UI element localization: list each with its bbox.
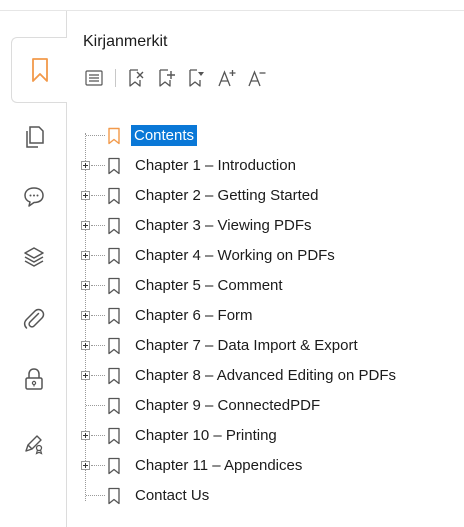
tree-connector [91,465,105,466]
decrease-font-button[interactable] [244,65,270,91]
tree-connector [91,285,105,286]
bookmark-icon [108,157,120,175]
comment-icon [24,187,44,207]
sidebar-layers-button[interactable] [12,235,56,279]
toolbar-separator [115,69,116,87]
bookmark-item-chapter-11[interactable]: Chapter 11 – Appendices [67,451,464,481]
bookmark-icon [31,58,48,82]
sidebar-comments-button[interactable] [12,175,56,219]
navigation-sidebar [0,11,67,527]
bookmark-item-chapter-4[interactable]: Chapter 4 – Working on PDFs [67,241,464,271]
sidebar-attachments-button[interactable] [12,297,56,341]
bookmark-icon [108,427,120,445]
bookmark-item-chapter-5[interactable]: Chapter 5 – Comment [67,271,464,301]
bookmark-label: Chapter 7 – Data Import & Export [135,337,358,354]
add-bookmark-button[interactable] [154,65,180,91]
tree-connector [86,405,105,406]
top-bar [0,0,464,11]
bookmark-icon [108,247,120,265]
delete-bookmark-button[interactable] [124,65,150,91]
tree-connector [91,165,105,166]
bookmark-icon [108,337,120,355]
decrease-font-icon [248,70,266,87]
bookmark-item-chapter-7[interactable]: Chapter 7 – Data Import & Export [67,331,464,361]
signature-icon [25,435,43,455]
expand-all-button[interactable] [81,65,107,91]
bookmark-item-chapter-2[interactable]: Chapter 2 – Getting Started [67,181,464,211]
attachment-icon [23,308,45,329]
expand-list-icon [85,70,103,86]
bookmark-item-contents[interactable]: Contents [67,121,464,151]
bookmark-label: Chapter 3 – Viewing PDFs [135,217,312,234]
add-child-bookmark-button[interactable] [184,65,210,91]
bookmark-icon [108,127,120,145]
bookmark-label: Contact Us [135,487,210,504]
tree-connector [91,195,105,196]
bookmark-label: Chapter 4 – Working on PDFs [135,247,335,264]
bookmarks-panel: Kirjanmerkit Contents Chapter 1 – Introd… [66,11,464,527]
security-icon [25,368,43,390]
tree-connector [91,255,105,256]
expand-toggle[interactable] [81,221,90,230]
expand-toggle[interactable] [81,161,90,170]
bookmarks-toolbar [81,65,274,91]
bookmark-item-chapter-1[interactable]: Chapter 1 – Introduction [67,151,464,181]
expand-toggle[interactable] [81,461,90,470]
tree-connector [86,135,105,136]
bookmark-label: Chapter 1 – Introduction [135,157,296,174]
expand-toggle[interactable] [81,251,90,260]
bookmark-item-chapter-6[interactable]: Chapter 6 – Form [67,301,464,331]
sidebar-signature-button[interactable] [12,421,56,465]
bookmark-label: Contents [131,125,198,146]
bookmark-label: Chapter 8 – Advanced Editing on PDFs [135,367,396,384]
bookmark-item-chapter-9[interactable]: Chapter 9 – ConnectedPDF [67,391,464,421]
tree-connector [91,375,105,376]
increase-font-icon [218,70,236,87]
bookmark-icon [108,277,120,295]
bookmark-item-chapter-3[interactable]: Chapter 3 – Viewing PDFs [67,211,464,241]
tree-connector [86,495,105,496]
expand-toggle[interactable] [81,341,90,350]
sidebar-pages-button[interactable] [12,115,56,159]
tree-connector [91,225,105,226]
bookmark-label: Chapter 11 – Appendices [135,457,303,474]
bookmark-icon [108,217,120,235]
bookmark-label: Chapter 9 – ConnectedPDF [135,397,321,414]
bookmark-icon [108,367,120,385]
expand-toggle[interactable] [81,281,90,290]
sidebar-security-button[interactable] [12,357,56,401]
bookmark-item-contact-us[interactable]: Contact Us [67,481,464,511]
layers-icon [24,247,44,267]
add-child-bookmark-icon [189,69,204,87]
panel-title: Kirjanmerkit [83,33,168,50]
bookmark-icon [108,307,120,325]
delete-bookmark-icon [129,69,144,87]
add-bookmark-icon [159,69,175,87]
pages-icon [26,126,44,148]
expand-toggle[interactable] [81,431,90,440]
bookmark-icon [108,397,120,415]
bookmark-icon [108,457,120,475]
increase-font-button[interactable] [214,65,240,91]
sidebar-bookmarks-button[interactable] [11,37,67,103]
tree-connector [91,345,105,346]
bookmark-item-chapter-10[interactable]: Chapter 10 – Printing [67,421,464,451]
expand-toggle[interactable] [81,191,90,200]
tree-connector [91,315,105,316]
bookmark-icon [108,187,120,205]
tree-connector [91,435,105,436]
bookmark-label: Chapter 5 – Comment [135,277,283,294]
expand-toggle[interactable] [81,371,90,380]
expand-toggle[interactable] [81,311,90,320]
bookmark-item-chapter-8[interactable]: Chapter 8 – Advanced Editing on PDFs [67,361,464,391]
bookmark-label: Chapter 6 – Form [135,307,253,324]
bookmark-label: Chapter 10 – Printing [135,427,277,444]
bookmark-icon [108,487,120,505]
bookmark-label: Chapter 2 – Getting Started [135,187,319,204]
